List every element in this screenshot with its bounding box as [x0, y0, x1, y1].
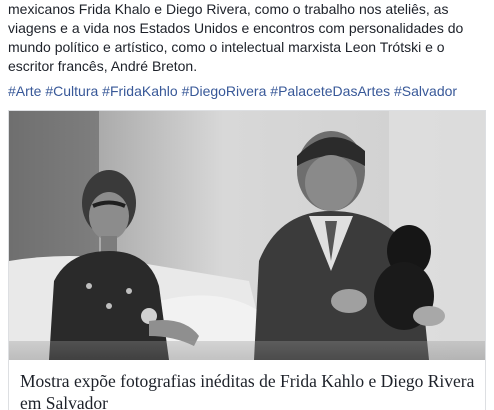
hashtag-cultura[interactable]: #Cultura	[45, 83, 98, 99]
hashtag-list: #Arte #Cultura #FridaKahlo #DiegoRivera …	[8, 82, 490, 101]
hashtag-diegorivera[interactable]: #DiegoRivera	[182, 83, 267, 99]
link-preview-title[interactable]: Mostra expõe fotografias inéditas de Fri…	[20, 370, 480, 410]
post-body: mexicanos Frida Khalo e Diego Rivera, co…	[8, 0, 490, 76]
frida-diego-photo	[9, 111, 485, 360]
hashtag-salvador[interactable]: #Salvador	[394, 83, 457, 99]
hashtag-fridakahlo[interactable]: #FridaKahlo	[102, 83, 178, 99]
hashtag-arte[interactable]: #Arte	[8, 83, 41, 99]
hashtag-palacetedasartes[interactable]: #PalaceteDasArtes	[270, 83, 390, 99]
link-preview-caption[interactable]: Mostra expõe fotografias inéditas de Fri…	[9, 360, 485, 410]
post-body-text: mexicanos Frida Khalo e Diego Rivera, co…	[8, 1, 464, 74]
link-preview-card[interactable]: Mostra expõe fotografias inéditas de Fri…	[8, 110, 486, 410]
link-preview-photo[interactable]	[9, 111, 485, 360]
